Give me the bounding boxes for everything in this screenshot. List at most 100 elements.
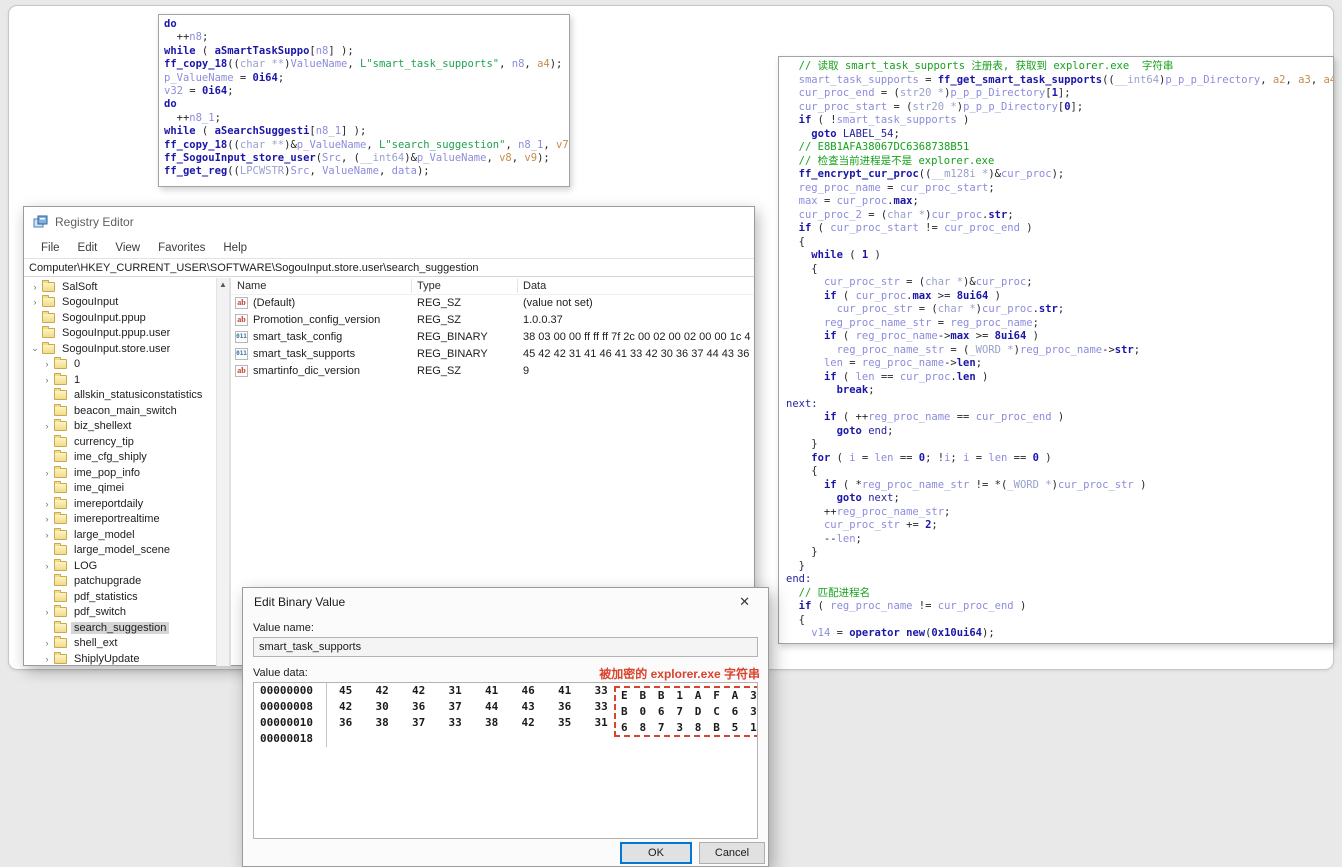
menu-item-favorites[interactable]: Favorites [149, 240, 214, 256]
tree-item-label[interactable]: large_model [71, 529, 138, 541]
tree-item-label[interactable]: large_model_scene [71, 544, 173, 556]
value-row-Promotion_config_version[interactable]: ab Promotion_config_version REG_SZ 1.0.0.37 [231, 312, 754, 329]
address-bar[interactable]: Computer\HKEY_CURRENT_USER\SOFTWARE\Sogo… [24, 258, 754, 277]
tree-item-label[interactable]: ime_qimei [71, 482, 127, 494]
tree-item-ime_qimei[interactable]: ime_qimei [24, 481, 216, 497]
tree-item-label[interactable]: SogouInput.ppup [59, 312, 149, 324]
tree-item-label[interactable]: search_suggestion [71, 621, 170, 634]
tree-item-label[interactable]: 1 [71, 374, 83, 386]
chevron-right-icon[interactable]: › [42, 421, 52, 431]
tree-item-currency_tip[interactable]: currency_tip [24, 434, 216, 450]
tree-item-label[interactable]: biz_shellext [71, 420, 134, 432]
value-type: REG_BINARY [417, 331, 488, 343]
value-name[interactable]: Promotion_config_version [253, 314, 380, 326]
column-divider[interactable] [517, 279, 518, 293]
tree-item-imereportrealtime[interactable]: › imereportrealtime [24, 512, 216, 528]
tree-item-label[interactable]: shell_ext [71, 637, 120, 649]
value-row-smart_task_config[interactable]: 011 smart_task_config REG_BINARY 38 03 00 0… [231, 329, 754, 346]
chevron-right-icon[interactable]: › [42, 499, 52, 509]
code-line: } [786, 559, 805, 572]
menu-item-file[interactable]: File [32, 240, 69, 256]
tree-item-large_model[interactable]: › large_model [24, 527, 216, 543]
tree-item-label[interactable]: pdf_statistics [71, 591, 141, 603]
tree-item-pdf_statistics[interactable]: pdf_statistics [24, 589, 216, 605]
tree-item-biz_shellext[interactable]: › biz_shellext [24, 419, 216, 435]
tree-item-label[interactable]: SogouInput.ppup.user [59, 327, 173, 339]
column-type[interactable]: Type [417, 280, 441, 292]
value-name[interactable]: smart_task_supports [253, 348, 355, 360]
ok-button[interactable]: OK [620, 842, 692, 864]
tree-item-1[interactable]: › 1 [24, 372, 216, 388]
value-row-(Default)[interactable]: ab (Default) REG_SZ (value not set) [231, 295, 754, 312]
tree-item-0[interactable]: › 0 [24, 357, 216, 373]
tree-item-LOG[interactable]: › LOG [24, 558, 216, 574]
code-line: ++n8_1; [164, 111, 221, 124]
tree-item-large_model_scene[interactable]: large_model_scene [24, 543, 216, 559]
tree-scrollbar[interactable]: ▲ [216, 278, 229, 666]
tree-item-label[interactable]: SogouInput.store.user [59, 343, 173, 355]
tree-item-search_suggestion[interactable]: search_suggestion [24, 620, 216, 636]
chevron-right-icon[interactable]: › [30, 297, 40, 307]
tree-item-label[interactable]: pdf_switch [71, 606, 129, 618]
chevron-right-icon[interactable]: › [42, 638, 52, 648]
chevron-right-icon[interactable]: › [42, 375, 52, 385]
chevron-down-icon[interactable]: ⌄ [30, 343, 40, 354]
registry-title-bar[interactable]: Registry Editor [24, 207, 754, 237]
chevron-right-icon[interactable]: › [42, 654, 52, 664]
chevron-right-icon[interactable]: › [42, 530, 52, 540]
value-name[interactable]: smart_task_config [253, 331, 342, 343]
close-icon[interactable]: ✕ [733, 592, 756, 612]
tree-item-SogouInput.ppup[interactable]: SogouInput.ppup [24, 310, 216, 326]
value-name[interactable]: (Default) [253, 297, 295, 309]
value-row-smartinfo_dic_version[interactable]: ab smartinfo_dic_version REG_SZ 9 [231, 363, 754, 380]
column-data[interactable]: Data [523, 280, 546, 292]
tree-item-beacon_main_switch[interactable]: beacon_main_switch [24, 403, 216, 419]
tree-item-label[interactable]: ime_pop_info [71, 467, 143, 479]
chevron-right-icon[interactable]: › [42, 359, 52, 369]
tree-item-label[interactable]: ime_cfg_shiply [71, 451, 150, 463]
tree-item-ime_pop_info[interactable]: › ime_pop_info [24, 465, 216, 481]
scrollbar-up-icon[interactable]: ▲ [217, 278, 229, 289]
tree-item-label[interactable]: SalSoft [59, 281, 100, 293]
tree-item-shell_ext[interactable]: › shell_ext [24, 636, 216, 652]
chevron-right-icon[interactable]: › [42, 514, 52, 524]
value-name[interactable]: smartinfo_dic_version [253, 365, 360, 377]
tree-item-SogouInput[interactable]: › SogouInput [24, 295, 216, 311]
tree-item-label[interactable]: ShiplyUpdate [71, 653, 142, 665]
registry-tree: › SalSoft › SogouInput SogouInput.ppup SogouI… [24, 278, 216, 666]
value-name-field[interactable]: smart_task_supports [253, 637, 758, 657]
tree-item-imereportdaily[interactable]: › imereportdaily [24, 496, 216, 512]
cancel-button[interactable]: Cancel [699, 842, 765, 864]
tree-item-SalSoft[interactable]: › SalSoft [24, 279, 216, 295]
tree-item-SogouInput.ppup.user[interactable]: SogouInput.ppup.user [24, 326, 216, 342]
tree-item-label[interactable]: currency_tip [71, 436, 137, 448]
tree-item-label[interactable]: 0 [71, 358, 83, 370]
chevron-right-icon[interactable]: › [42, 561, 52, 571]
hex-editor[interactable]: 00000000 45 42 42 31 41 46 41 33 00000008 42 30 36 37… [253, 682, 758, 839]
tree-item-patchupgrade[interactable]: patchupgrade [24, 574, 216, 590]
tree-item-pdf_switch[interactable]: › pdf_switch [24, 605, 216, 621]
tree-item-ime_cfg_shiply[interactable]: ime_cfg_shiply [24, 450, 216, 466]
tree-item-label[interactable]: beacon_main_switch [71, 405, 180, 417]
menu-item-view[interactable]: View [106, 240, 149, 256]
hex-offset: 00000008 [260, 700, 313, 713]
hex-bytes [326, 731, 327, 747]
tree-item-allskin_statusiconstatistics[interactable]: allskin_statusiconstatistics [24, 388, 216, 404]
tree-item-label[interactable]: allskin_statusiconstatistics [71, 389, 205, 401]
tree-item-SogouInput.store.user[interactable]: ⌄ SogouInput.store.user [24, 341, 216, 357]
tree-item-label[interactable]: imereportdaily [71, 498, 146, 510]
code-line: // E8B1AFA38067DC6368738B51 [798, 141, 970, 153]
tree-item-ShiplyUpdate[interactable]: › ShiplyUpdate [24, 651, 216, 666]
column-name[interactable]: Name [237, 280, 266, 292]
chevron-right-icon[interactable]: › [42, 468, 52, 478]
column-divider[interactable] [411, 279, 412, 293]
chevron-right-icon[interactable]: › [42, 607, 52, 617]
tree-item-label[interactable]: imereportrealtime [71, 513, 163, 525]
tree-item-label[interactable]: SogouInput [59, 296, 121, 308]
tree-item-label[interactable]: LOG [71, 560, 100, 572]
chevron-right-icon[interactable]: › [30, 282, 40, 292]
value-row-smart_task_supports[interactable]: 011 smart_task_supports REG_BINARY 45 42 42… [231, 346, 754, 363]
menu-item-edit[interactable]: Edit [69, 240, 107, 256]
tree-item-label[interactable]: patchupgrade [71, 575, 144, 587]
menu-item-help[interactable]: Help [214, 240, 256, 256]
